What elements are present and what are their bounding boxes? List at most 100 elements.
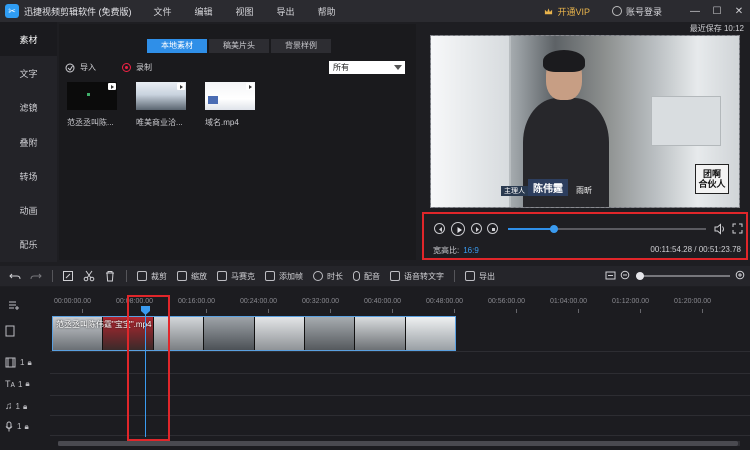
- mosaic-button[interactable]: 马赛克: [217, 271, 255, 282]
- clip-frame: [204, 317, 255, 350]
- tab-local-media[interactable]: 本地素材: [147, 39, 207, 53]
- zoom-button[interactable]: 缩放: [177, 271, 207, 282]
- minimize-icon[interactable]: —: [684, 6, 706, 17]
- speech-to-text-label: 语音转文字: [404, 271, 444, 281]
- export-label: 导出: [479, 271, 495, 281]
- timeline-scrollbar-thumb[interactable]: [58, 441, 738, 446]
- maximize-icon[interactable]: ☐: [706, 6, 728, 17]
- play-icon[interactable]: [451, 222, 465, 236]
- text-track-icon: Tᴀ: [5, 379, 15, 389]
- last-saved-label: 最近保存 10:12: [689, 24, 744, 33]
- crop-button[interactable]: 裁剪: [137, 271, 167, 282]
- timeline-scrollbar[interactable]: [58, 441, 740, 446]
- media-filter-select[interactable]: 所有: [329, 61, 405, 74]
- ruler-tick: [640, 309, 641, 313]
- aspect-label: 宽高比:: [433, 246, 460, 255]
- track-number: 1: [17, 422, 22, 431]
- zoom-slider[interactable]: [636, 271, 730, 280]
- sidebar-item-overlay[interactable]: 叠附: [0, 125, 57, 159]
- tab-backgrounds[interactable]: 背景样例: [271, 39, 331, 53]
- duration-button[interactable]: 时长: [313, 271, 343, 282]
- ruler-tick: [702, 309, 703, 313]
- caption-role: 主理人: [501, 186, 528, 196]
- fullscreen-icon[interactable]: [732, 223, 743, 234]
- sidebar-item-transitions[interactable]: 转场: [0, 159, 57, 193]
- speech-to-text-button[interactable]: 语音转文字: [390, 271, 444, 282]
- ruler-tick-label: 00:56:00.00: [488, 298, 525, 305]
- menu-item-view[interactable]: 视图: [236, 5, 254, 18]
- scissors-icon[interactable]: [83, 270, 95, 282]
- media-item[interactable]: 唯美商业洽...: [136, 82, 186, 128]
- ruler-tick-label: 00:32:00.00: [302, 298, 339, 305]
- video-badge-icon: [177, 83, 185, 90]
- zoom-out-icon[interactable]: [620, 270, 631, 281]
- voiceover-button[interactable]: 配音: [353, 271, 380, 282]
- media-item[interactable]: 域名.mp4: [205, 82, 255, 128]
- redo-icon[interactable]: [30, 270, 42, 282]
- video-clip[interactable]: 范丞丞叫陈伟霆"宝宝".mp4: [52, 316, 456, 351]
- export-button[interactable]: 导出: [465, 271, 495, 282]
- menu-item-file[interactable]: 文件: [154, 5, 172, 18]
- voiceover-label: 配音: [364, 271, 380, 281]
- step-forward-icon[interactable]: [471, 223, 482, 234]
- media-item[interactable]: 范丞丞叫陈...: [67, 82, 117, 128]
- aspect-ratio[interactable]: 宽高比: 16:9: [433, 245, 479, 256]
- record-button[interactable]: 录制: [122, 62, 152, 73]
- lock-icon[interactable]: 🔒︎: [25, 379, 29, 389]
- media-item-name: 域名.mp4: [205, 118, 239, 127]
- video-preview[interactable]: 主理人 陈伟霆 雨昕 团啊 合伙人: [430, 35, 740, 208]
- zoom-clip-icon: [177, 271, 187, 281]
- menu-item-export[interactable]: 导出: [277, 5, 295, 18]
- volume-icon[interactable]: [714, 223, 726, 235]
- preview-shelf: [651, 96, 721, 146]
- sidebar-item-text[interactable]: 文字: [0, 56, 57, 90]
- sidebar-item-filters[interactable]: 滤镜: [0, 91, 57, 125]
- ruler-tick-label: 01:04:00.00: [550, 298, 587, 305]
- frame-icon: [265, 271, 275, 281]
- music-track-head: ♫ 1 🔒︎: [0, 401, 50, 412]
- vip-label: 开通VIP: [557, 6, 590, 17]
- login-label: 账号登录: [625, 6, 662, 17]
- show-logo: 团啊 合伙人: [695, 164, 729, 194]
- sidebar-item-animation[interactable]: 动画: [0, 193, 57, 227]
- stop-icon[interactable]: [487, 223, 498, 234]
- zoom-slider-handle[interactable]: [636, 271, 644, 280]
- sidebar-item-materials[interactable]: 素材: [0, 22, 57, 57]
- playback-progress-handle[interactable]: [549, 225, 558, 233]
- lock-icon[interactable]: 🔒︎: [23, 402, 27, 412]
- tab-intros[interactable]: 稿美片头: [209, 39, 269, 53]
- vip-button[interactable]: 开通VIP: [544, 5, 590, 18]
- menu-item-help[interactable]: 帮助: [318, 5, 336, 18]
- import-button[interactable]: 导入: [65, 62, 96, 73]
- record-label: 录制: [136, 63, 152, 72]
- trash-icon[interactable]: [104, 270, 116, 282]
- media-thumbnail: [67, 82, 117, 110]
- fit-timeline-icon[interactable]: [605, 270, 616, 281]
- menu-item-edit[interactable]: 编辑: [195, 5, 213, 18]
- clip-frame: [355, 317, 406, 350]
- add-track-icon[interactable]: [8, 299, 20, 311]
- ruler-tick-label: 00:40:00.00: [364, 298, 401, 305]
- media-thumbnail: [136, 82, 186, 110]
- playback-progress-bar[interactable]: [508, 225, 706, 233]
- clip-frame: [405, 317, 455, 350]
- timeline-zoom: [605, 270, 746, 281]
- undo-icon[interactable]: [9, 270, 21, 282]
- lock-icon[interactable]: 🔒︎: [27, 358, 31, 368]
- microphone-icon: [353, 271, 360, 281]
- zoom-in-icon[interactable]: [735, 270, 746, 281]
- close-icon[interactable]: ✕: [728, 6, 750, 17]
- login-button[interactable]: 账号登录: [611, 5, 662, 18]
- step-back-icon[interactable]: [434, 223, 445, 234]
- toolbar-separator: [126, 270, 127, 282]
- add-frame-button[interactable]: 添加帧: [265, 271, 303, 282]
- sidebar-item-music[interactable]: 配乐: [0, 228, 57, 262]
- video-track-head: [0, 325, 50, 337]
- edit-icon[interactable]: [62, 270, 74, 282]
- ruler-tick: [206, 309, 207, 313]
- crown-icon: [545, 7, 553, 14]
- edit-toolbar: 裁剪 缩放 马赛克 添加帧 时长 配音 语音转文字 导出: [0, 266, 750, 286]
- media-item-name: 唯美商业洽...: [136, 118, 183, 127]
- lock-icon[interactable]: 🔒︎: [24, 422, 28, 432]
- aspect-value: 16:9: [463, 246, 479, 255]
